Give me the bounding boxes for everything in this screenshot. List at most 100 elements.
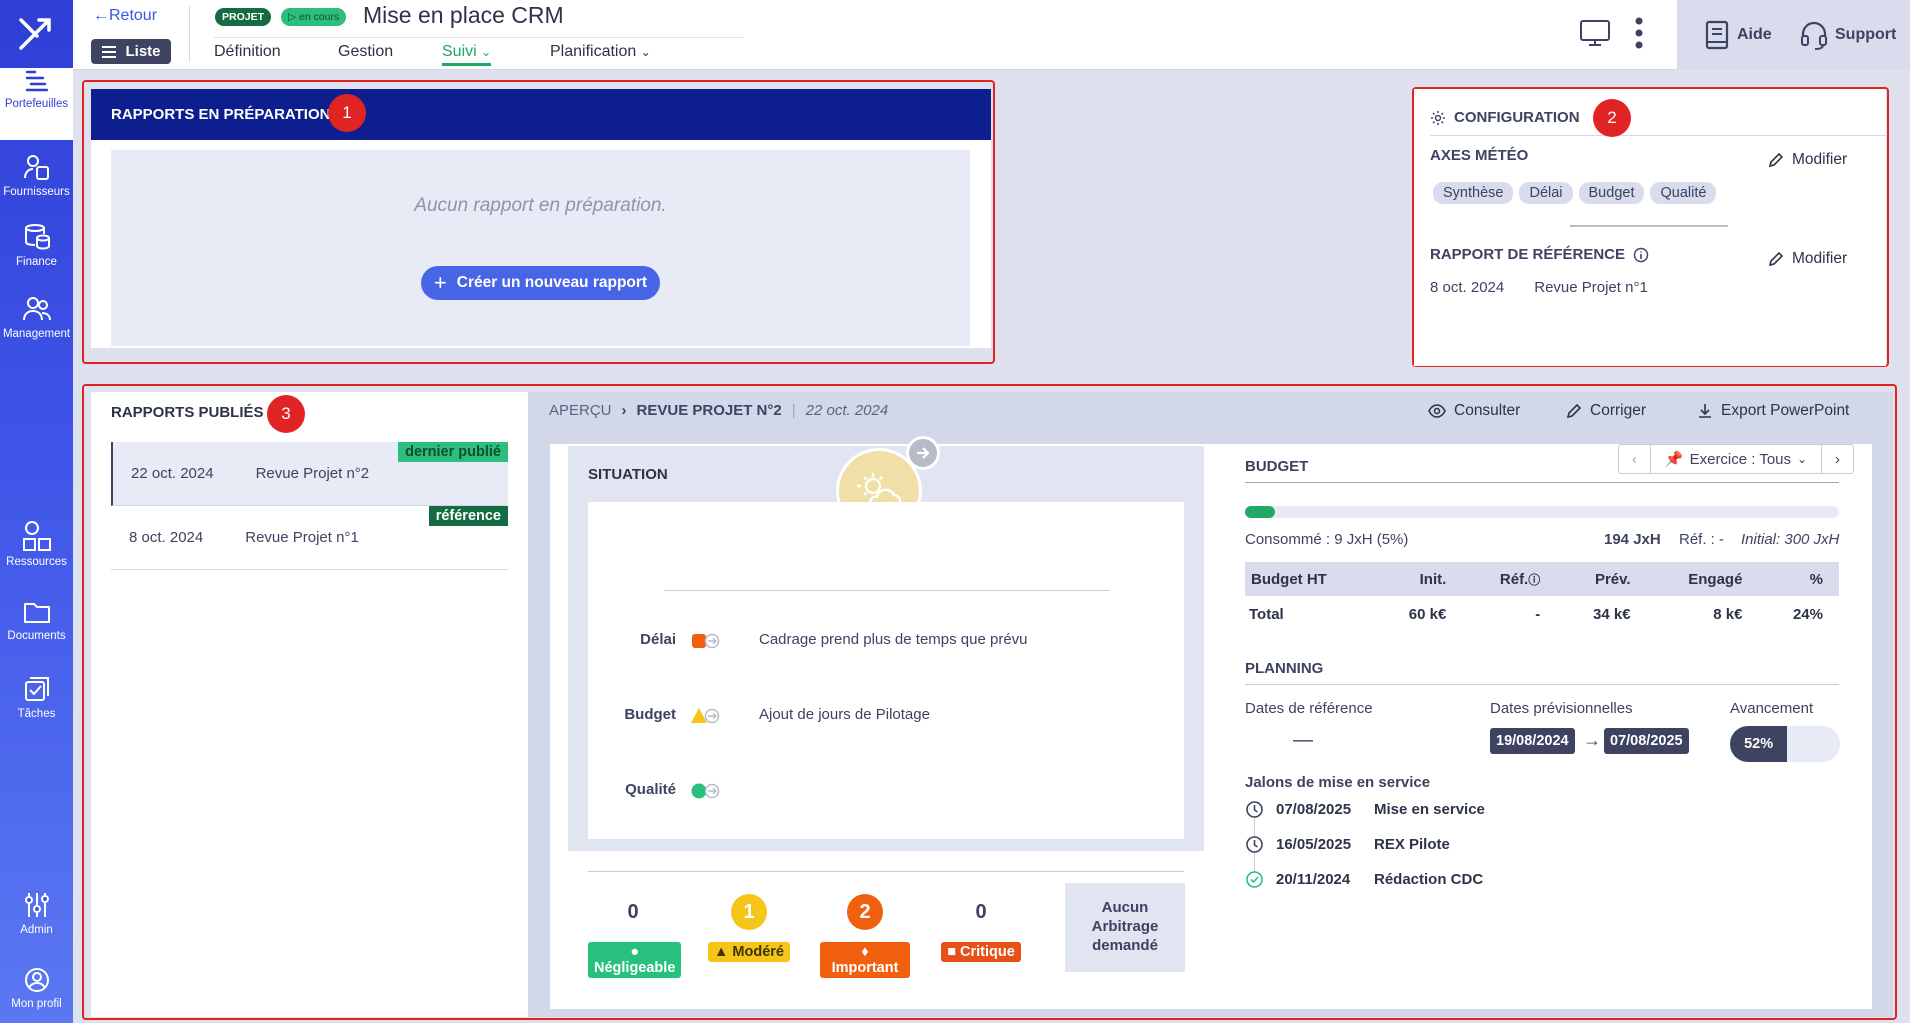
table-row: Total 60 k€ - 34 k€ 8 k€ 24%	[1249, 605, 1823, 623]
axis-row: Délai Cadrage prend plus de temps que pr…	[588, 626, 1184, 656]
chevron-down-icon: ⌄	[640, 45, 651, 59]
report-preview: SITUATION Délai Cadrage prend plus de te…	[550, 436, 1872, 1009]
planning-title: PLANNING	[1245, 660, 1324, 677]
list-button[interactable]: Liste	[91, 39, 171, 64]
jalon-row: 20/11/2024 Rédaction CDC	[1245, 870, 1483, 889]
arrow-right-circle-icon[interactable]	[906, 436, 940, 470]
tasks-icon	[24, 677, 49, 701]
ref-jxh: Réf. : -	[1679, 531, 1725, 548]
published-title: RAPPORTS PUBLIÉS	[111, 404, 264, 421]
severity-moderate: 1 ▲ Modéré	[704, 894, 794, 962]
nav-ressources[interactable]: Ressources	[0, 520, 73, 580]
next-page-button[interactable]: ›	[1821, 445, 1853, 473]
user-circle-icon	[24, 968, 49, 992]
important-indicator-icon	[690, 631, 722, 655]
tab-gestion[interactable]: Gestion	[338, 43, 393, 61]
modify-ref-button[interactable]: Modifier	[1768, 250, 1847, 268]
triangle-icon: ▲	[714, 944, 733, 960]
prev-page-button[interactable]: ‹	[1619, 445, 1651, 473]
consumed-text: Consommé : 9 JxH (5%)	[1245, 531, 1409, 548]
clock-icon	[1246, 836, 1263, 853]
support-button[interactable]: Support	[1799, 20, 1896, 50]
negligible-indicator-icon	[690, 781, 722, 805]
situation-axes: Délai Cadrage prend plus de temps que pr…	[588, 502, 1184, 839]
arrow-right-icon: →	[1583, 730, 1601, 750]
axis-comment: Ajout de jours de Pilotage	[759, 706, 930, 723]
app-logo[interactable]	[0, 0, 73, 68]
help-zone: Aide Support	[1677, 0, 1910, 70]
eye-icon	[1428, 404, 1446, 418]
ref-dates-value: —	[1293, 729, 1313, 751]
arbitrage-box: Aucun Arbitrage demandé	[1065, 883, 1185, 972]
divider	[664, 590, 1110, 591]
info-icon[interactable]: ⓘ	[1528, 573, 1540, 587]
severity-critical: 0 ■ Critique	[936, 894, 1026, 962]
tab-definition[interactable]: Définition	[214, 43, 281, 61]
nav-admin[interactable]: Admin	[0, 890, 73, 950]
exercise-select[interactable]: 📌 Exercice : Tous ⌄	[1651, 445, 1821, 473]
back-link[interactable]: ←Retour	[93, 7, 157, 25]
nav-mon-profil[interactable]: Mon profil	[0, 966, 73, 1022]
export-ppt-button[interactable]: Export PowerPoint	[1697, 402, 1849, 420]
modify-axes-button[interactable]: Modifier	[1768, 151, 1847, 169]
folder-icon	[23, 603, 50, 623]
initial-jxh: Initial: 300 JxH	[1741, 531, 1840, 548]
page-title: Mise en place CRM	[363, 2, 564, 28]
severity-negligible: 0 ● Négligeable	[588, 894, 682, 978]
end-date: 07/08/2025	[1604, 728, 1689, 754]
ref-date: 8 oct. 2024	[1430, 279, 1505, 296]
square-icon: ■	[947, 944, 960, 960]
divider	[189, 6, 190, 62]
axes-chips: Synthèse Délai Budget Qualité	[1433, 182, 1717, 204]
chevron-down-icon: ⌄	[481, 45, 492, 59]
progress-bar: 52%	[1730, 726, 1840, 762]
divider	[588, 871, 1184, 872]
divider	[1245, 482, 1839, 483]
nav-label: Finance	[16, 256, 57, 268]
last-published-tag: dernier publié	[398, 442, 508, 462]
nav-portefeuilles[interactable]: Portefeuilles	[0, 68, 73, 140]
pencil-icon	[1768, 251, 1784, 267]
nav-finance[interactable]: Finance	[0, 222, 73, 282]
nav-taches[interactable]: Tâches	[0, 674, 73, 734]
published-row[interactable]: 8 oct. 2024 Revue Projet n°1 référence	[111, 506, 508, 570]
tab-suivi[interactable]: Suivi ⌄	[442, 43, 492, 66]
pencil-icon	[1768, 152, 1784, 168]
tab-bar: Définition Gestion Suivi ⌄ Planification…	[214, 37, 744, 70]
consumption-bar-fill	[1245, 506, 1275, 518]
table-header: Budget HT Init. Réf.ⓘ Prév. Engagé %	[1245, 562, 1839, 596]
nav-documents[interactable]: Documents	[0, 598, 73, 658]
total-jxh: 194 JxH	[1604, 531, 1661, 548]
situation-panel: SITUATION Délai Cadrage prend plus de te…	[568, 436, 1204, 851]
help-button[interactable]: Aide	[1703, 20, 1772, 50]
clock-icon	[1246, 801, 1263, 818]
check-circle-icon	[1246, 871, 1263, 888]
more-vertical-icon[interactable]	[1633, 16, 1645, 55]
tab-planification[interactable]: Planification ⌄	[550, 43, 651, 61]
nav-label: Portefeuilles	[4, 98, 69, 110]
pin-icon: 📌	[1664, 451, 1684, 468]
correct-button[interactable]: Corriger	[1566, 402, 1646, 420]
axis-row: Budget Ajout de jours de Pilotage	[588, 701, 1184, 731]
nav-label: Tâches	[17, 708, 56, 720]
headset-icon	[1801, 21, 1827, 50]
nav-label: Mon profil	[11, 998, 62, 1010]
published-row[interactable]: 22 oct. 2024 Revue Projet n°2 dernier pu…	[111, 442, 508, 506]
moderate-indicator-icon	[690, 706, 722, 730]
jalon-row: 07/08/2025 Mise en service	[1245, 800, 1485, 819]
play-icon: ▷	[288, 11, 299, 23]
create-report-button[interactable]: + Créer un nouveau rapport	[421, 266, 660, 300]
sliders-icon	[24, 893, 49, 917]
prev-dates-label: Dates prévisionnelles	[1490, 700, 1633, 717]
info-icon[interactable]	[1633, 247, 1649, 263]
consult-button[interactable]: Consulter	[1428, 402, 1520, 420]
axis-chip: Synthèse	[1433, 182, 1514, 204]
axis-chip: Budget	[1578, 182, 1645, 204]
progress-bar-fill: 52%	[1730, 726, 1788, 762]
nav-management[interactable]: Management	[0, 294, 73, 354]
divider	[1430, 135, 1886, 136]
bars-icon	[25, 70, 48, 92]
monitor-icon[interactable]	[1579, 18, 1611, 53]
nav-fournisseurs[interactable]: Fournisseurs	[0, 152, 73, 212]
axis-comment: Cadrage prend plus de temps que prévu	[759, 631, 1028, 648]
